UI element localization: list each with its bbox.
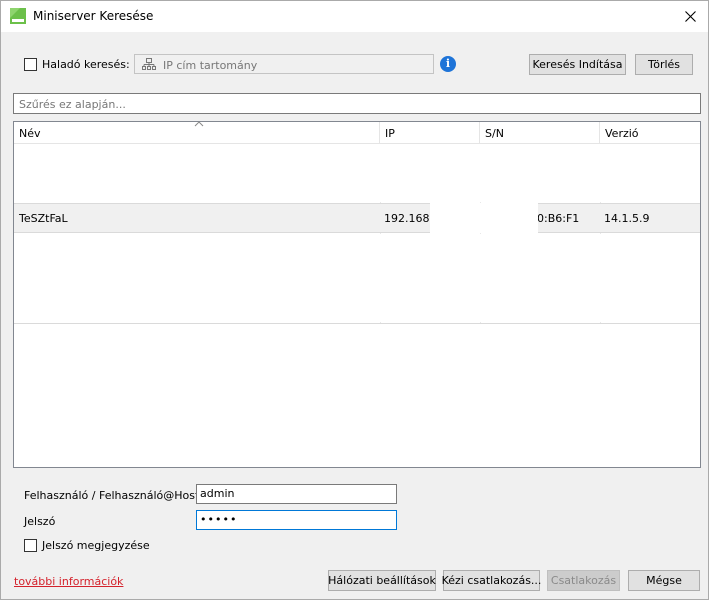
column-header-name[interactable]: Név <box>14 122 380 144</box>
miniserver-table: Név IP S/N Verzió TeSZtFaL 192.168.7 0:B… <box>13 121 701 468</box>
redaction-overlay <box>14 234 700 322</box>
column-header-version[interactable]: Verzió <box>600 122 700 144</box>
cell-name: TeSZtFaL <box>19 212 68 225</box>
info-icon[interactable]: i <box>440 56 456 72</box>
ip-range-input[interactable]: IP cím tartomány <box>134 54 434 74</box>
table-header: Név IP S/N Verzió <box>14 122 700 144</box>
column-header-version-label: Verzió <box>605 127 639 140</box>
filter-placeholder: Szűrés ez alapján... <box>19 98 126 111</box>
redaction-overlay <box>430 203 538 233</box>
cancel-button[interactable]: Mégse <box>628 570 700 591</box>
remember-password-label: Jelszó megjegyzése <box>42 539 150 552</box>
network-icon <box>142 58 156 70</box>
advanced-search-label: Haladó keresés: <box>42 58 130 71</box>
close-button[interactable] <box>672 1 708 32</box>
start-search-button[interactable]: Keresés Indítása <box>529 54 626 75</box>
cell-sn: 0:B6:F1 <box>537 212 580 225</box>
clear-button[interactable]: Törlés <box>635 54 693 75</box>
redaction-overlay <box>14 144 700 202</box>
password-input[interactable]: ••••• <box>196 510 397 530</box>
connect-button[interactable]: Csatlakozás <box>547 570 620 591</box>
more-info-link[interactable]: további információk <box>14 575 123 588</box>
column-header-sn[interactable]: S/N <box>480 122 600 144</box>
window-title: Miniserver Keresése <box>33 9 154 23</box>
title-bar: Miniserver Keresése <box>1 1 708 32</box>
column-header-ip-label: IP <box>385 127 395 140</box>
loxone-app-icon <box>10 8 26 24</box>
column-header-ip[interactable]: IP <box>380 122 480 144</box>
username-label: Felhasználó / Felhasználó@Host <box>24 489 200 502</box>
column-header-sn-label: S/N <box>485 127 504 140</box>
username-input[interactable]: admin <box>196 484 397 504</box>
row-divider <box>14 323 700 324</box>
remember-password-checkbox[interactable] <box>24 539 37 552</box>
miniserver-search-window: Miniserver Keresése Haladó keresés: IP c… <box>0 0 709 600</box>
close-icon <box>684 11 696 22</box>
ip-range-placeholder: IP cím tartomány <box>163 59 258 72</box>
network-settings-button[interactable]: Hálózati beállítások <box>328 570 436 591</box>
column-header-name-label: Név <box>19 127 41 140</box>
sort-ascending-icon <box>194 122 204 127</box>
password-label: Jelszó <box>24 515 56 528</box>
manual-connect-button[interactable]: Kézi csatlakozás... <box>442 570 541 591</box>
table-row[interactable]: TeSZtFaL 192.168.7 0:B6:F1 14.1.5.9 <box>14 203 700 233</box>
cell-version: 14.1.5.9 <box>604 212 650 225</box>
filter-input[interactable]: Szűrés ez alapján... <box>13 93 701 114</box>
advanced-search-checkbox[interactable] <box>24 58 37 71</box>
